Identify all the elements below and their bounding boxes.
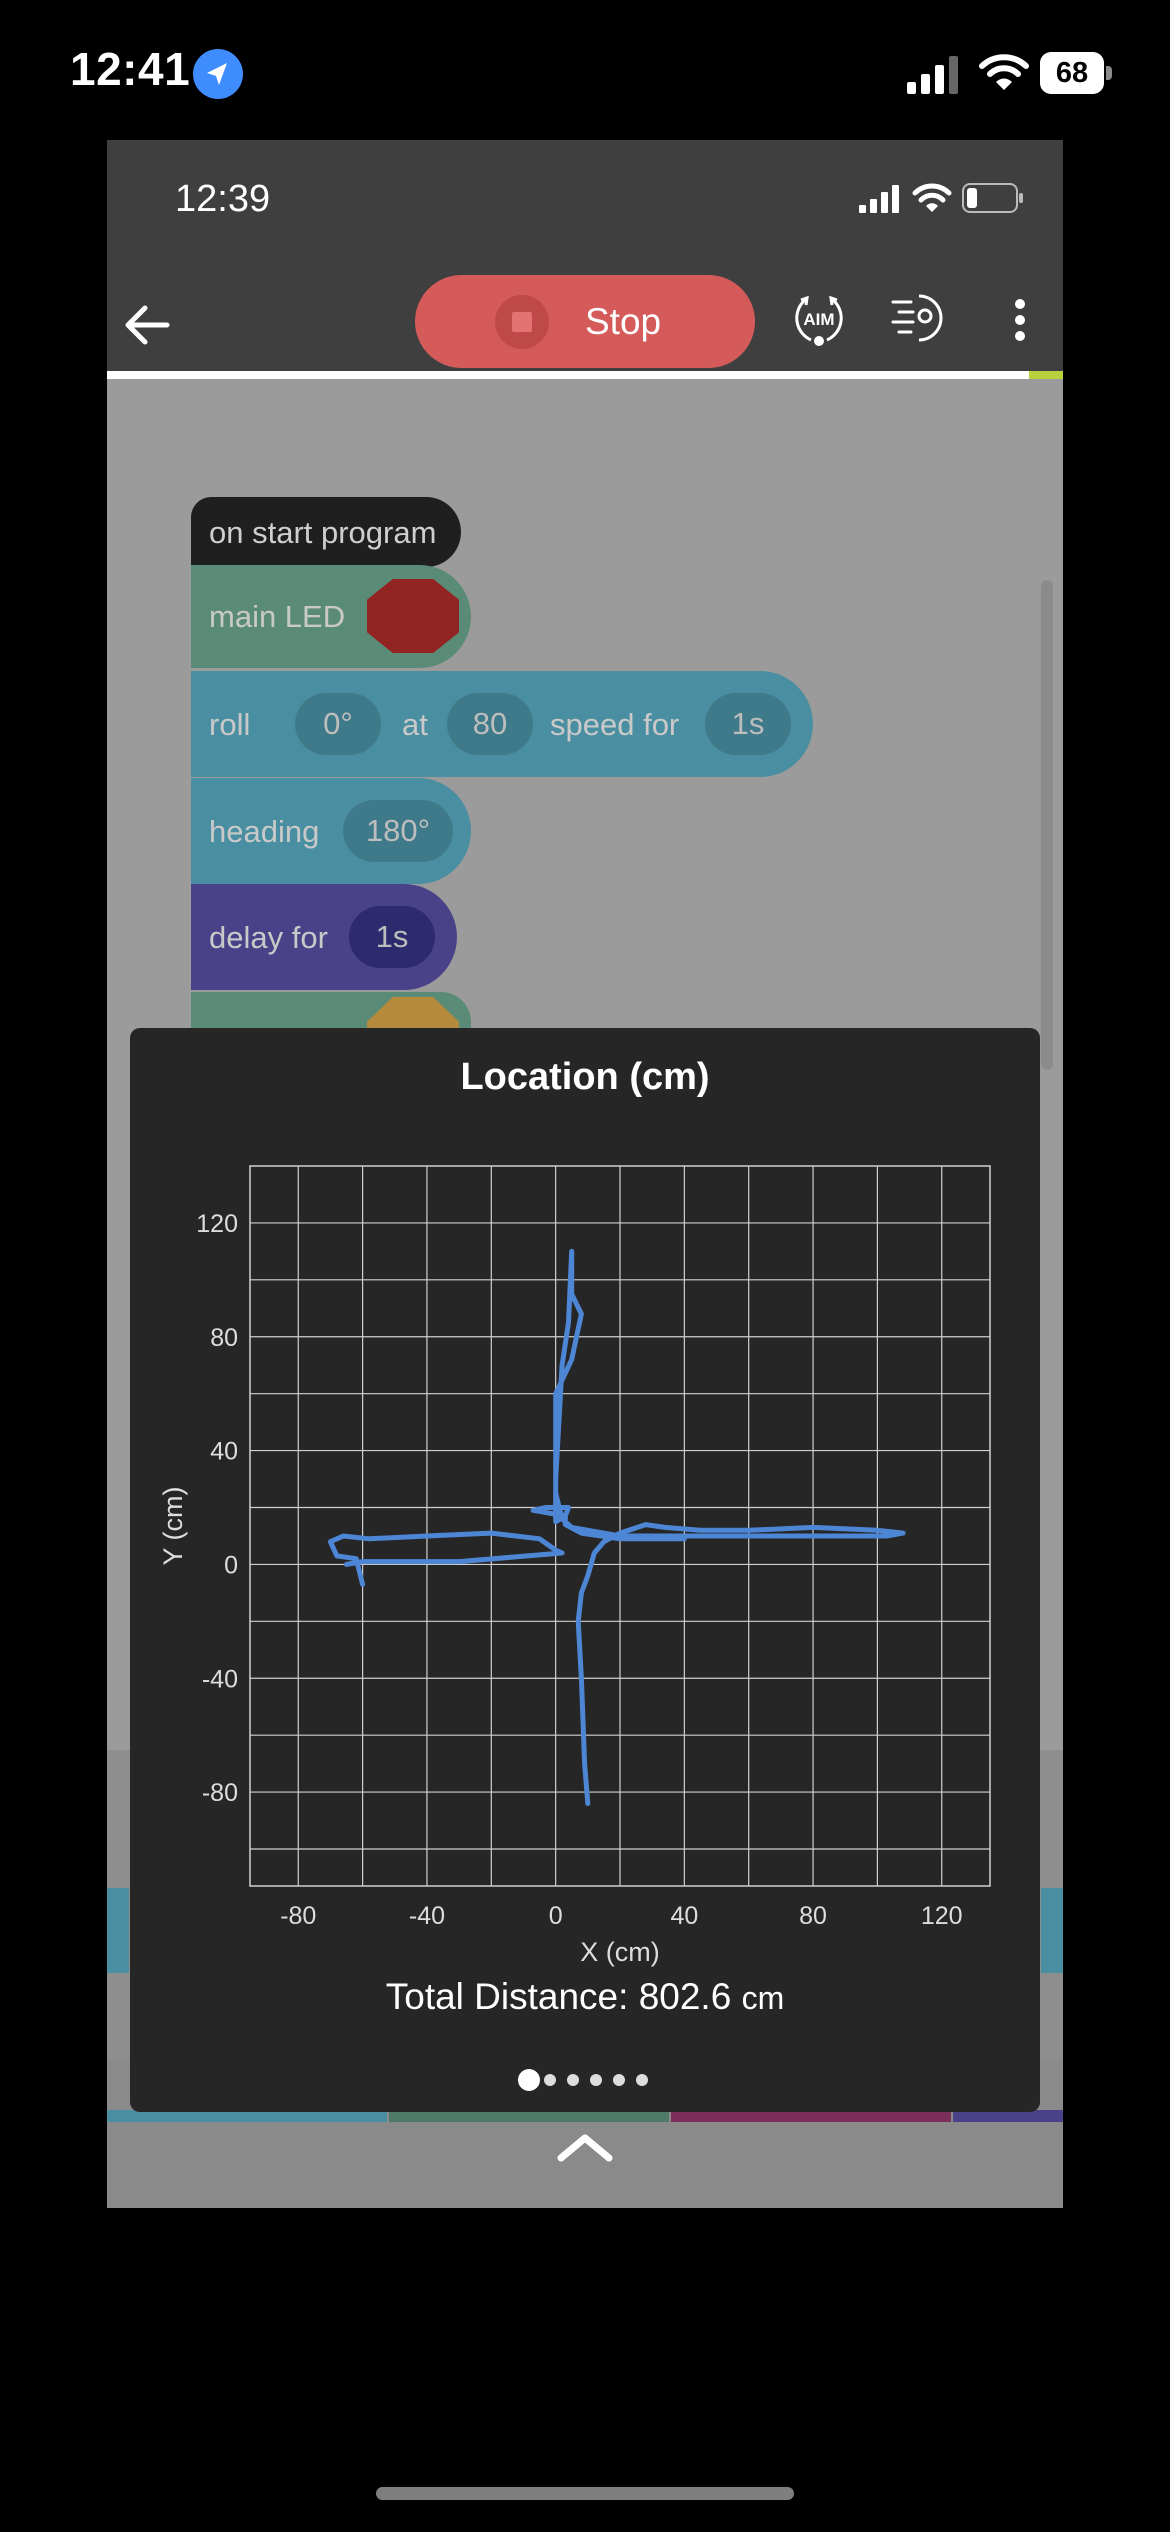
palette-item-partial[interactable] [1041, 1888, 1063, 1973]
main-led-block[interactable]: main LED [191, 565, 471, 668]
y-axis-label: Y (cm) [158, 1487, 188, 1566]
x-tick-label: -80 [280, 1902, 316, 1930]
roll-angle-input[interactable]: 0° [295, 693, 381, 755]
program-progress-track [107, 371, 1063, 379]
block-label: speed for [550, 707, 680, 742]
heading-calibrate-icon[interactable] [889, 288, 949, 348]
stop-label: Stop [585, 301, 662, 342]
roll-duration-input[interactable]: 1s [705, 693, 791, 755]
stop-icon [495, 295, 549, 349]
y-tick-label: 40 [210, 1438, 238, 1466]
wifi-icon [978, 52, 1030, 92]
workspace-scrollbar[interactable] [1041, 580, 1053, 1070]
cellular-signal-icon [905, 54, 961, 94]
delay-block[interactable]: delay for 1s [191, 884, 457, 990]
y-tick-label: 0 [224, 1551, 238, 1579]
app-status-bar: 12:39 [107, 140, 1063, 270]
y-tick-label: -80 [202, 1779, 238, 1807]
page-dot[interactable] [518, 2069, 540, 2091]
y-tick-label: 80 [210, 1324, 238, 1352]
roll-block[interactable]: roll 0° at 80 speed for 1s [191, 671, 813, 777]
palette-item-partial[interactable] [107, 1888, 129, 1973]
heading-value-input[interactable]: 180° [343, 800, 453, 862]
battery-level: 68 [1055, 57, 1089, 89]
page-dot[interactable] [636, 2074, 648, 2086]
x-tick-label: 0 [549, 1902, 563, 1930]
x-tick-label: 80 [799, 1902, 827, 1930]
popup-title: Location (cm) [460, 1056, 710, 1098]
battery-icon [962, 183, 1024, 213]
block-label: on start program [209, 515, 437, 550]
page-dot[interactable] [590, 2074, 602, 2086]
page-dot[interactable] [567, 2074, 579, 2086]
battery-icon: 68 [1040, 52, 1112, 94]
home-indicator[interactable] [376, 2487, 794, 2500]
x-tick-label: 40 [670, 1902, 698, 1930]
block-label: heading [209, 814, 320, 849]
total-distance-label: Total Distance: [385, 1976, 629, 2017]
x-axis-label: X (cm) [580, 1937, 659, 1967]
page-indicator[interactable] [518, 2068, 668, 2092]
aim-button[interactable]: AIM [789, 288, 849, 348]
aim-label: AIM [803, 310, 834, 329]
chevron-up-icon[interactable] [555, 2130, 615, 2166]
total-distance-unit: cm [741, 1980, 785, 2016]
back-arrow-icon[interactable] [117, 295, 177, 355]
page-dot[interactable] [544, 2074, 556, 2086]
app-status-time: 12:39 [175, 178, 271, 220]
roll-speed-input[interactable]: 80 [447, 693, 533, 755]
page-dot[interactable] [613, 2074, 625, 2086]
on-start-program-block[interactable]: on start program [191, 497, 461, 567]
led-color-swatch[interactable] [367, 579, 459, 653]
status-time: 12:41 [70, 43, 191, 95]
total-distance: Total Distance: 802.6 cm [130, 1976, 1040, 2018]
block-label: main LED [209, 599, 346, 634]
heading-block[interactable]: heading 180° [191, 778, 471, 884]
total-distance-value: 802.6 [638, 1976, 732, 2017]
cellular-signal-icon [859, 185, 903, 213]
x-tick-label: 120 [921, 1902, 963, 1930]
block-label: at [402, 707, 428, 742]
delay-value-input[interactable]: 1s [349, 906, 435, 968]
block-label: roll [209, 707, 251, 742]
block-label: delay for [209, 920, 328, 955]
location-chart: -80 -40 0 40 80 120 120 80 40 0 -40 -80 X (cm) Y (cm) [158, 1165, 991, 1967]
y-tick-label: 120 [196, 1210, 238, 1238]
location-popup: -80 -40 0 40 80 120 120 80 40 0 -40 -80 X (cm) Y (cm)… [130, 1028, 1040, 2112]
wifi-icon [912, 183, 952, 213]
more-options-icon[interactable] [1005, 290, 1035, 350]
stop-button[interactable]: Stop [415, 275, 755, 368]
location-arrow-icon [193, 49, 243, 99]
program-progress-indicator [1029, 371, 1063, 379]
y-tick-label: -40 [202, 1665, 238, 1693]
x-tick-label: -40 [409, 1902, 445, 1930]
